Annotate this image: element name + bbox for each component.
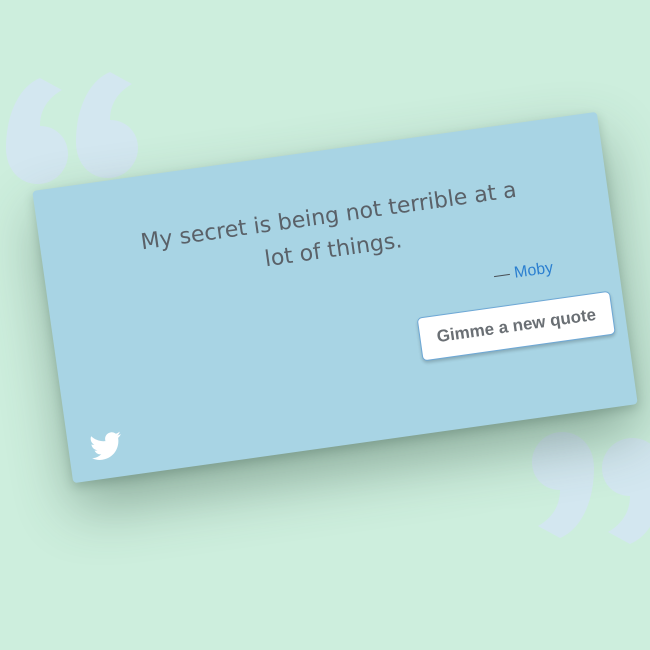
author-dash: — xyxy=(492,264,516,285)
new-quote-button[interactable]: Gimme a new quote xyxy=(417,290,616,362)
close-quote-icon xyxy=(520,428,650,558)
author-name: Moby xyxy=(513,259,555,282)
open-quote-icon xyxy=(0,58,150,188)
quote-text: My secret is being not terrible at a lot… xyxy=(139,177,519,273)
quote-author: — Moby xyxy=(493,259,555,285)
page: My secret is being not terrible at a lot… xyxy=(0,0,650,650)
twitter-bird-icon[interactable] xyxy=(89,430,125,462)
